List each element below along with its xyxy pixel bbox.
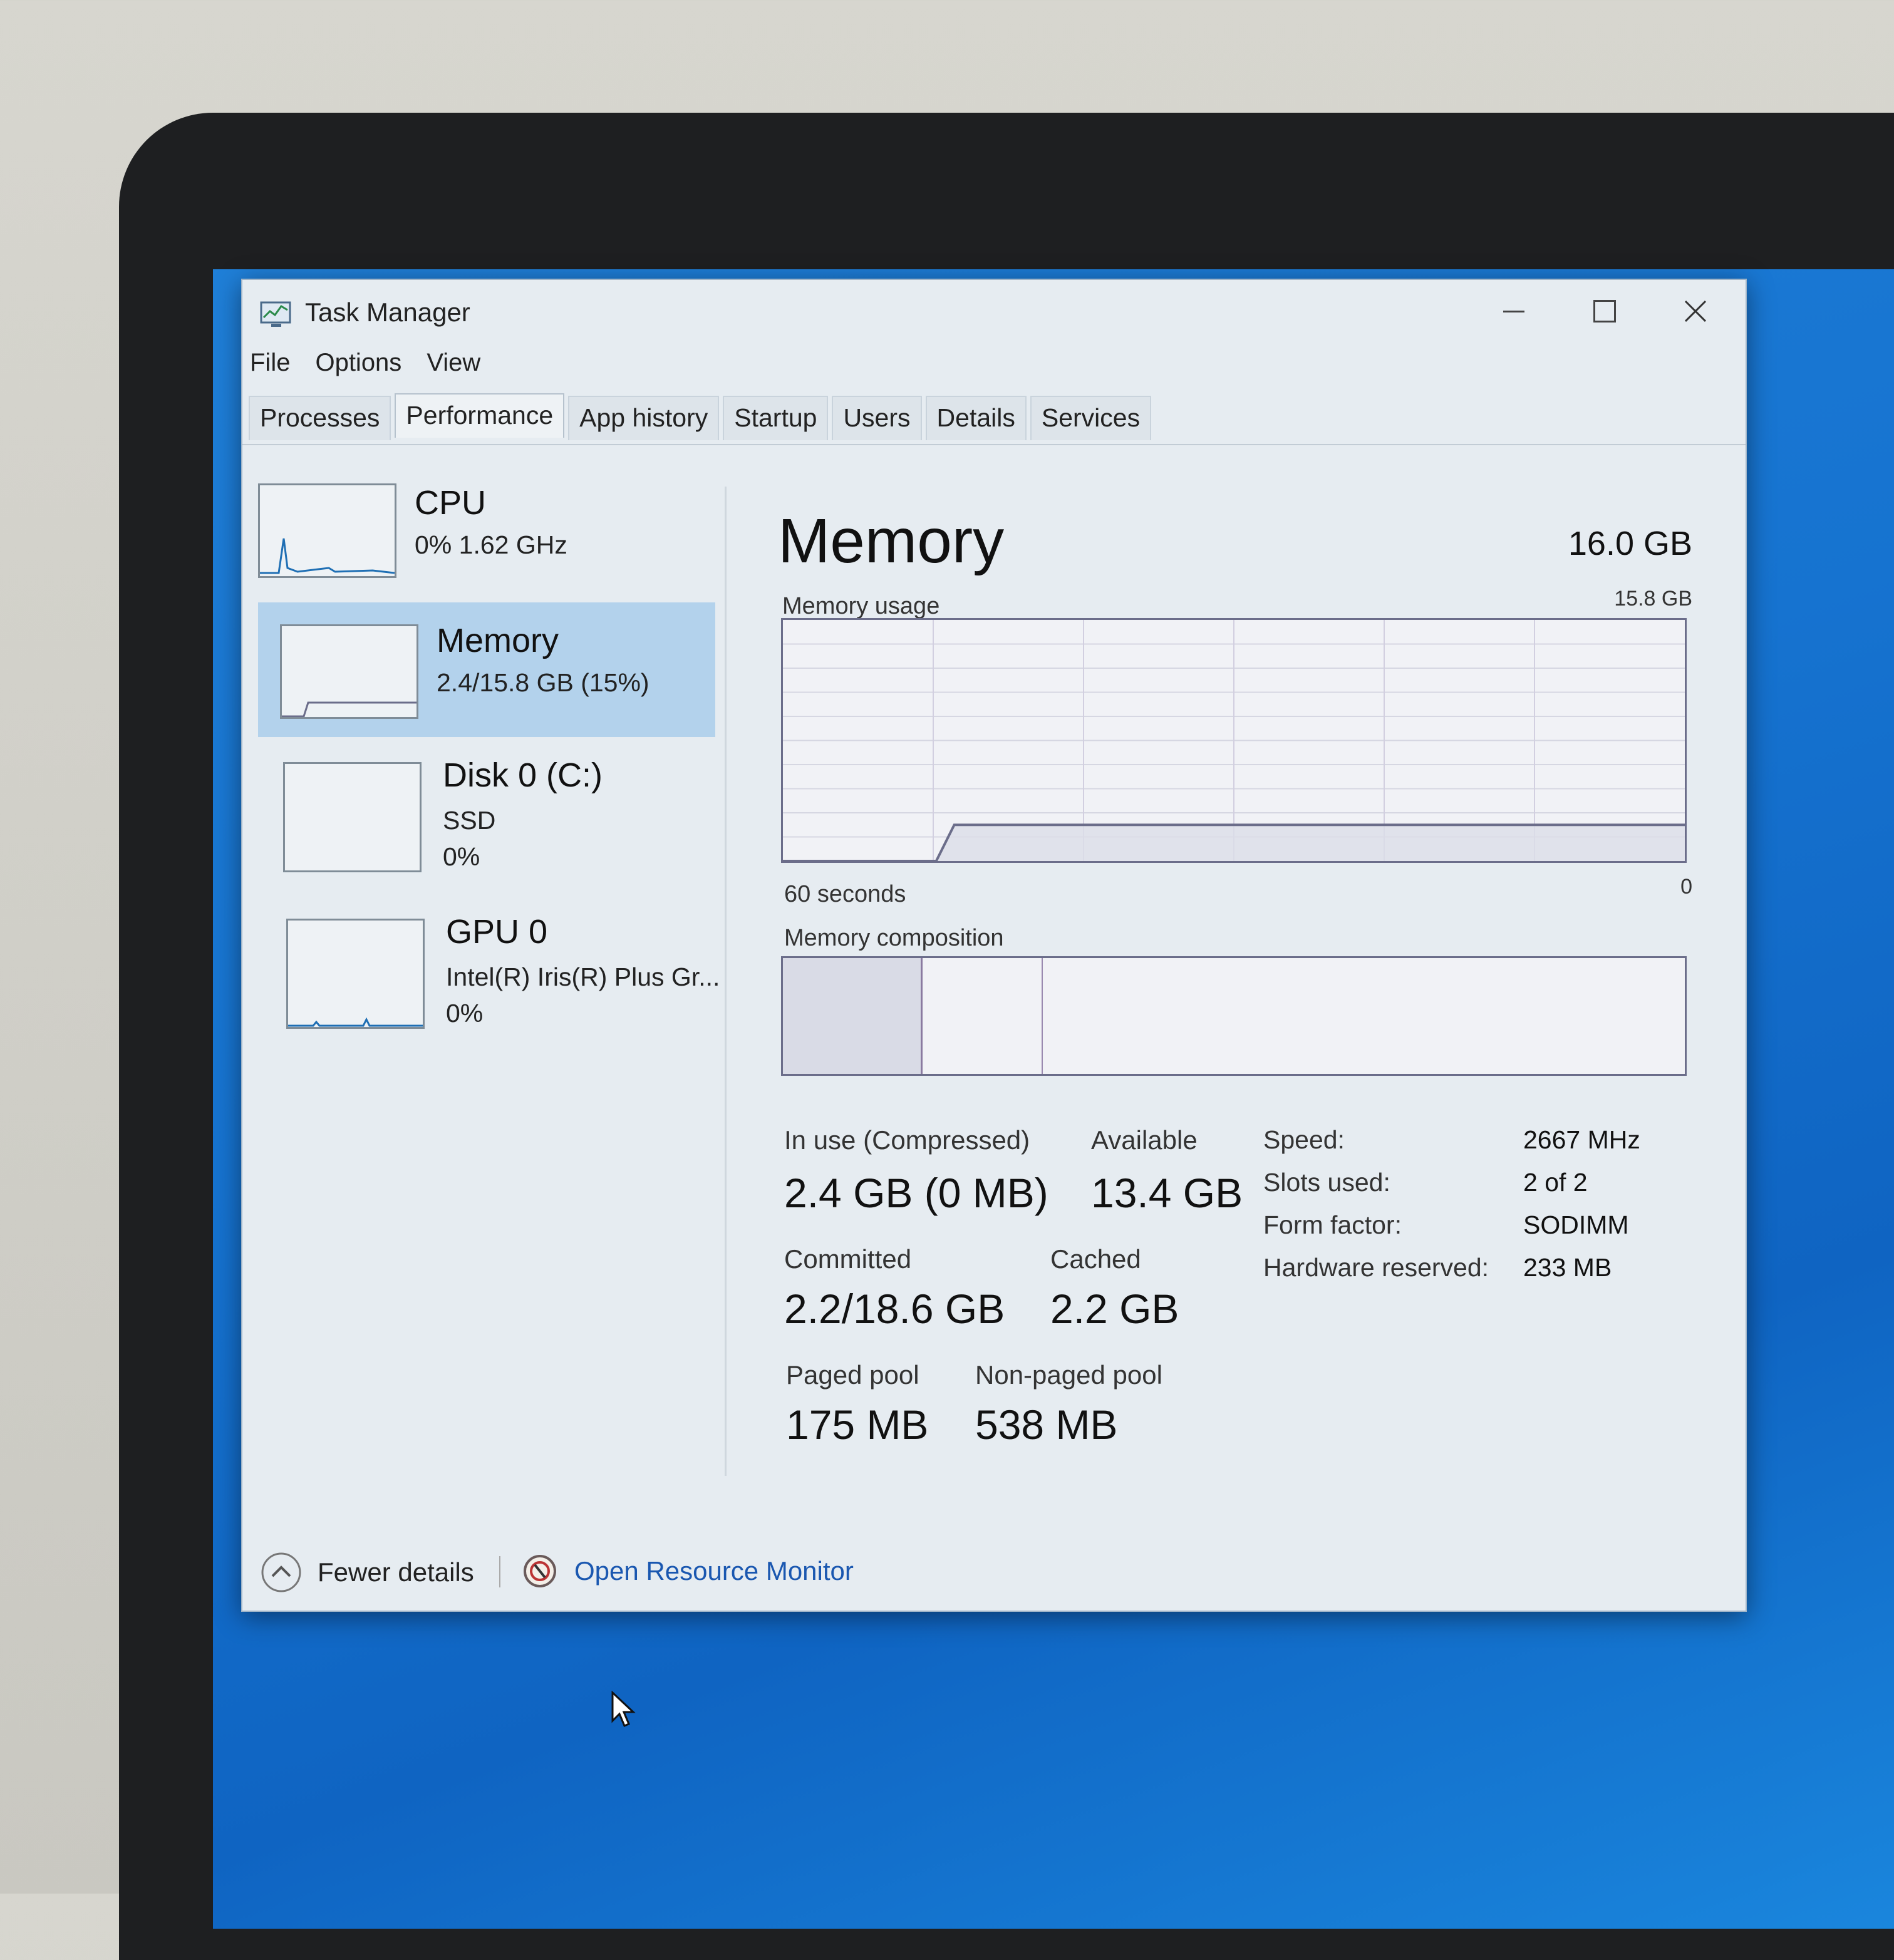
memory-usage-graph — [781, 618, 1687, 863]
mouse-cursor-icon — [611, 1691, 636, 1727]
task-manager-icon — [260, 301, 291, 327]
tab-bar: Processes Performance App history Startu… — [249, 393, 1155, 440]
resource-sidebar: CPU 0% 1.62 GHz Memory 2.4/15.8 GB (15%)… — [258, 468, 722, 1495]
form-factor-value: SODIMM — [1523, 1210, 1629, 1239]
sidebar-item-cpu[interactable]: CPU 0% 1.62 GHz — [258, 468, 715, 596]
menu-bar: File Options View — [250, 349, 480, 377]
graph-time-right: 0 — [1680, 875, 1692, 899]
total-memory: 16.0 GB — [1568, 525, 1692, 562]
sidebar-item-gpu[interactable]: GPU 0 Intel(R) Iris(R) Plus Gr... 0% — [258, 900, 720, 1050]
maximize-button[interactable] — [1558, 286, 1652, 336]
cpu-label: CPU — [415, 484, 487, 522]
hardware-reserved-value: 233 MB — [1523, 1253, 1612, 1282]
tab-divider — [242, 444, 1746, 445]
composition-standby — [923, 958, 1043, 1074]
hardware-reserved-label: Hardware reserved: — [1263, 1253, 1489, 1282]
committed-label: Committed — [784, 1244, 912, 1274]
available-label: Available — [1091, 1125, 1198, 1155]
memory-usage-area — [936, 825, 1685, 861]
non-paged-pool-value: 538 MB — [975, 1401, 1118, 1448]
resource-monitor-icon[interactable] — [521, 1552, 559, 1590]
minimize-icon — [1503, 310, 1524, 312]
cpu-detail: 0% 1.62 GHz — [415, 530, 567, 559]
paged-pool-value: 175 MB — [786, 1401, 929, 1448]
fewer-details-button[interactable]: Fewer details — [318, 1557, 474, 1587]
paged-pool-label: Paged pool — [786, 1360, 919, 1390]
maximize-icon — [1593, 300, 1616, 322]
open-resource-monitor-link[interactable]: Open Resource Monitor — [574, 1556, 854, 1586]
footer-separator — [499, 1556, 500, 1587]
disk-type: SSD — [443, 806, 496, 835]
tab-startup[interactable]: Startup — [723, 396, 829, 440]
disk-label: Disk 0 (C:) — [443, 756, 603, 794]
in-use-label: In use (Compressed) — [784, 1125, 1030, 1155]
tab-performance[interactable]: Performance — [395, 393, 565, 438]
cached-label: Cached — [1050, 1244, 1141, 1274]
memory-detail: 2.4/15.8 GB (15%) — [437, 668, 649, 697]
gpu-label: GPU 0 — [446, 913, 548, 951]
slots-label: Slots used: — [1263, 1168, 1390, 1197]
chevron-up-icon[interactable] — [260, 1551, 303, 1594]
speed-value: 2667 MHz — [1523, 1125, 1640, 1154]
footer: Fewer details Open Resource Monitor — [242, 1539, 1746, 1601]
tab-processes[interactable]: Processes — [249, 396, 391, 440]
memory-usage-max: 15.8 GB — [1614, 587, 1692, 611]
minimize-button[interactable] — [1467, 286, 1561, 336]
menu-file[interactable]: File — [250, 349, 290, 377]
disk-thumbnail-graph — [283, 762, 422, 872]
available-value: 13.4 GB — [1091, 1170, 1243, 1216]
non-paged-pool-label: Non-paged pool — [975, 1360, 1162, 1390]
gpu-usage: 0% — [446, 999, 484, 1028]
title-bar[interactable]: Task Manager — [242, 280, 1746, 336]
in-use-value: 2.4 GB (0 MB) — [784, 1170, 1048, 1216]
sidebar-divider — [725, 487, 727, 1476]
memory-label: Memory — [437, 622, 559, 659]
slots-value: 2 of 2 — [1523, 1168, 1588, 1197]
composition-in-use — [783, 958, 923, 1074]
menu-view[interactable]: View — [427, 349, 480, 377]
disk-usage: 0% — [443, 842, 480, 871]
cpu-thumbnail-graph — [258, 483, 396, 578]
task-manager-window: Task Manager File Options View Processes… — [241, 279, 1747, 1612]
close-button[interactable] — [1648, 286, 1742, 336]
tab-details[interactable]: Details — [925, 396, 1027, 440]
tab-users[interactable]: Users — [832, 396, 922, 440]
cached-value: 2.2 GB — [1050, 1286, 1179, 1332]
page-title: Memory — [778, 506, 1005, 576]
graph-time-left: 60 seconds — [784, 881, 906, 907]
gpu-model: Intel(R) Iris(R) Plus Gr... — [446, 962, 720, 991]
gpu-thumbnail-graph — [286, 919, 425, 1029]
committed-value: 2.2/18.6 GB — [784, 1286, 1005, 1332]
memory-composition-label: Memory composition — [784, 925, 1004, 951]
form-factor-label: Form factor: — [1263, 1210, 1402, 1239]
tab-services[interactable]: Services — [1030, 396, 1152, 440]
memory-thumbnail-graph — [280, 624, 418, 719]
close-icon — [1684, 300, 1707, 322]
tab-app-history[interactable]: App history — [568, 396, 720, 440]
memory-composition-bar — [781, 956, 1687, 1076]
speed-label: Speed: — [1263, 1125, 1345, 1154]
memory-usage-label: Memory usage — [782, 593, 940, 619]
sidebar-item-disk[interactable]: Disk 0 (C:) SSD 0% — [258, 743, 715, 894]
window-title: Task Manager — [305, 297, 470, 327]
menu-options[interactable]: Options — [315, 349, 401, 377]
sidebar-item-memory[interactable]: Memory 2.4/15.8 GB (15%) — [258, 602, 715, 737]
